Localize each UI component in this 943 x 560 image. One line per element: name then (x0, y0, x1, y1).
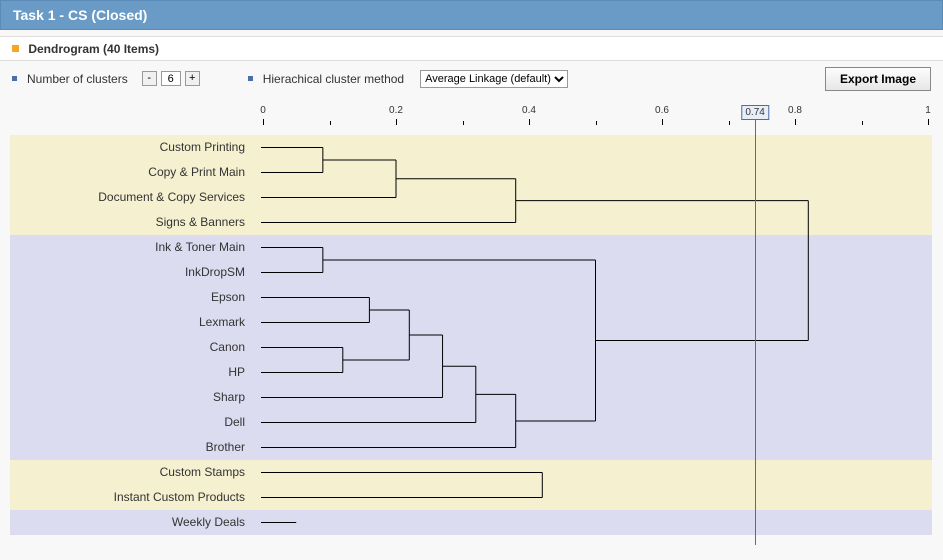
clusters-increment-button[interactable]: + (185, 71, 200, 86)
axis-tick-label: 0.6 (655, 105, 669, 116)
bullet-icon (248, 76, 253, 81)
axis-tick-label: 0 (260, 105, 266, 116)
axis-tick-label: 1 (925, 105, 931, 116)
x-axis: 0 0.2 0.4 0.6 0.8 1 (8, 105, 935, 135)
clusters-label: Number of clusters (27, 72, 128, 86)
page-title: Task 1 - CS (Closed) (13, 7, 147, 23)
title-bar: Task 1 - CS (Closed) (0, 0, 943, 30)
axis-tick-label: 0.2 (389, 105, 403, 116)
axis-tick-label: 0.8 (788, 105, 802, 116)
bullet-icon (12, 76, 17, 81)
axis-tick-label: 0.4 (522, 105, 536, 116)
subtitle-bar: Dendrogram (40 Items) (0, 36, 943, 61)
clusters-value-input[interactable] (161, 71, 181, 86)
threshold-line[interactable] (755, 119, 756, 545)
subtitle-text: Dendrogram (40 Items) (28, 42, 159, 56)
export-image-button[interactable]: Export Image (825, 67, 931, 91)
threshold-marker[interactable]: 0.74 (741, 105, 768, 120)
method-label: Hierachical cluster method (263, 72, 404, 86)
bullet-icon (12, 45, 19, 52)
method-select[interactable]: Average Linkage (default) (420, 70, 568, 88)
controls-row: Number of clusters - + Hierachical clust… (0, 61, 943, 97)
clusters-decrement-button[interactable]: - (142, 71, 157, 86)
dendrogram-chart: 00.20.40.60.81 Custom PrintingCopy & Pri… (8, 105, 935, 545)
